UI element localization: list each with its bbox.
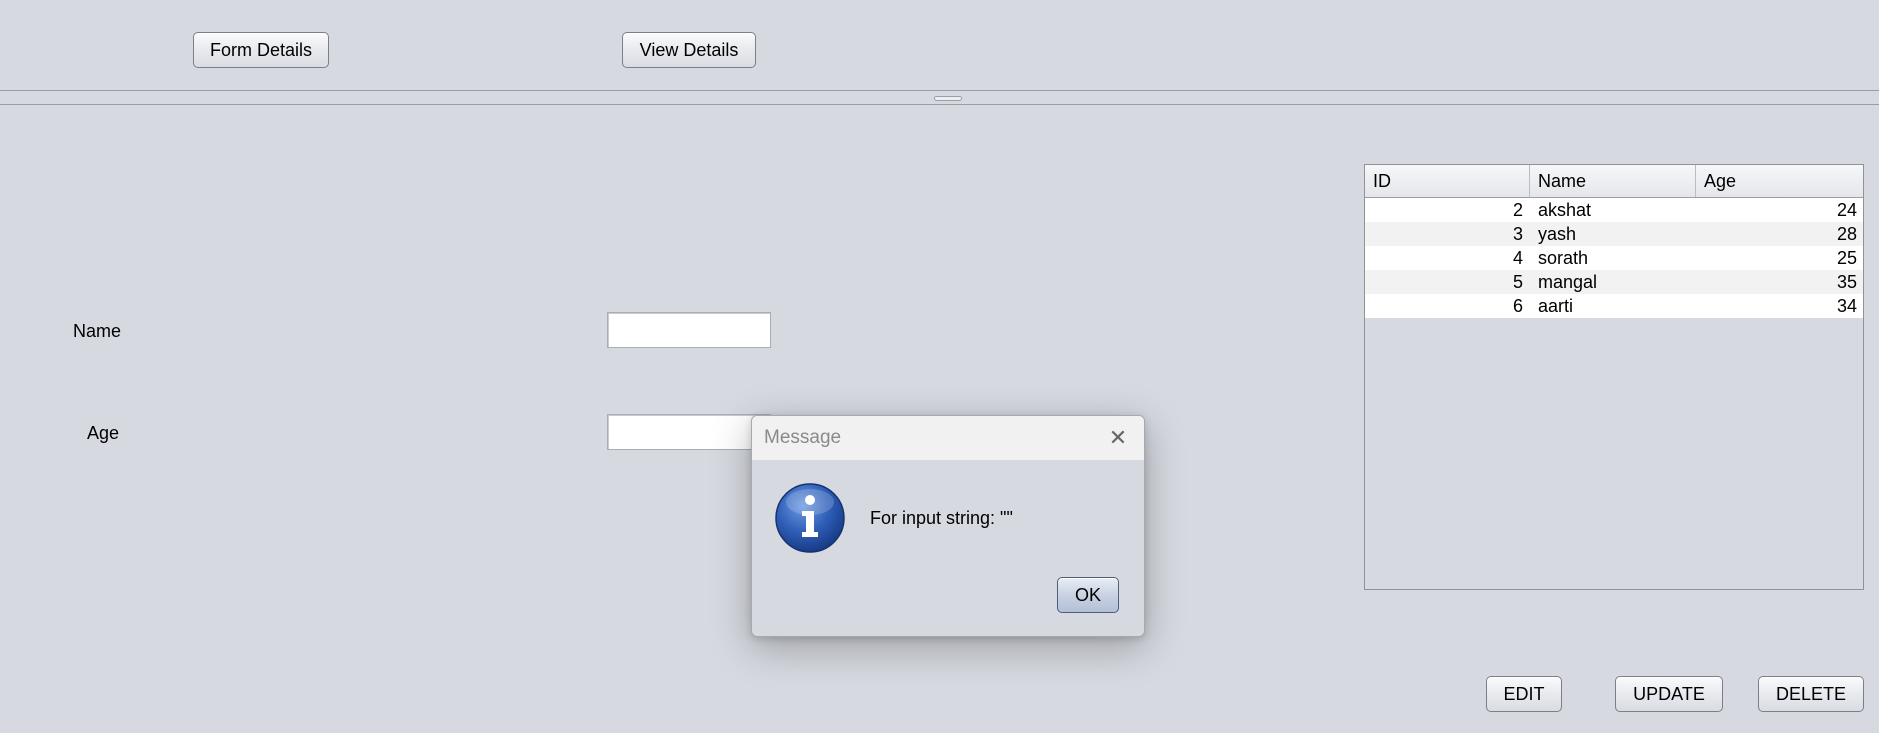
- split-divider-handle[interactable]: [934, 96, 962, 101]
- table-row[interactable]: 5 mangal 35: [1365, 270, 1863, 294]
- cell-age: 28: [1836, 223, 1857, 244]
- cell-id: 3: [1512, 223, 1523, 244]
- form-details-button[interactable]: Form Details: [193, 32, 329, 68]
- delete-button[interactable]: DELETE: [1758, 676, 1864, 712]
- cell-name: mangal: [1538, 271, 1598, 292]
- table-row[interactable]: 3 yash 28: [1365, 222, 1863, 246]
- cell-name: akshat: [1538, 199, 1592, 220]
- age-label: Age: [87, 423, 120, 443]
- ok-button[interactable]: OK: [1057, 577, 1119, 613]
- message-dialog: Message ✕ For input string: "" OK: [751, 415, 1145, 637]
- cell-id: 2: [1512, 199, 1523, 220]
- split-divider-top: [0, 90, 1879, 91]
- table-body: 2 akshat 24 3 yash 28 4 sorath 25 5 mang…: [1365, 198, 1863, 318]
- table-header: ID Name Age: [1365, 165, 1863, 198]
- age-input[interactable]: [607, 414, 771, 450]
- split-divider-bottom: [0, 104, 1879, 105]
- table-row[interactable]: 4 sorath 25: [1365, 246, 1863, 270]
- cell-name: sorath: [1538, 247, 1589, 268]
- name-input[interactable]: [607, 312, 771, 348]
- dialog-titlebar[interactable]: Message ✕: [752, 416, 1144, 460]
- cell-id: 5: [1512, 271, 1523, 292]
- records-table[interactable]: ID Name Age 2 akshat 24 3 yash 28 4 sora…: [1364, 164, 1864, 590]
- dialog-title: Message: [764, 427, 842, 448]
- cell-id: 4: [1512, 247, 1523, 268]
- view-details-button[interactable]: View Details: [622, 32, 756, 68]
- app-window: Form Details View Details Name Age ID Na…: [0, 0, 1879, 733]
- column-header-id[interactable]: ID: [1365, 165, 1530, 197]
- close-icon[interactable]: ✕: [1104, 427, 1132, 449]
- info-icon: [775, 483, 845, 553]
- cell-name: yash: [1538, 223, 1577, 244]
- update-button[interactable]: UPDATE: [1615, 676, 1723, 712]
- cell-age: 35: [1836, 271, 1857, 292]
- column-header-name[interactable]: Name: [1530, 165, 1696, 197]
- cell-name: aarti: [1538, 295, 1574, 316]
- cell-age: 25: [1836, 247, 1857, 268]
- edit-button[interactable]: EDIT: [1486, 676, 1562, 712]
- cell-id: 6: [1512, 295, 1523, 316]
- table-row[interactable]: 2 akshat 24: [1365, 198, 1863, 222]
- table-row[interactable]: 6 aarti 34: [1365, 294, 1863, 318]
- name-label: Name: [73, 321, 122, 341]
- cell-age: 34: [1836, 295, 1857, 316]
- column-header-age[interactable]: Age: [1696, 165, 1863, 197]
- cell-age: 24: [1836, 199, 1857, 220]
- dialog-message: For input string: "": [870, 508, 1013, 528]
